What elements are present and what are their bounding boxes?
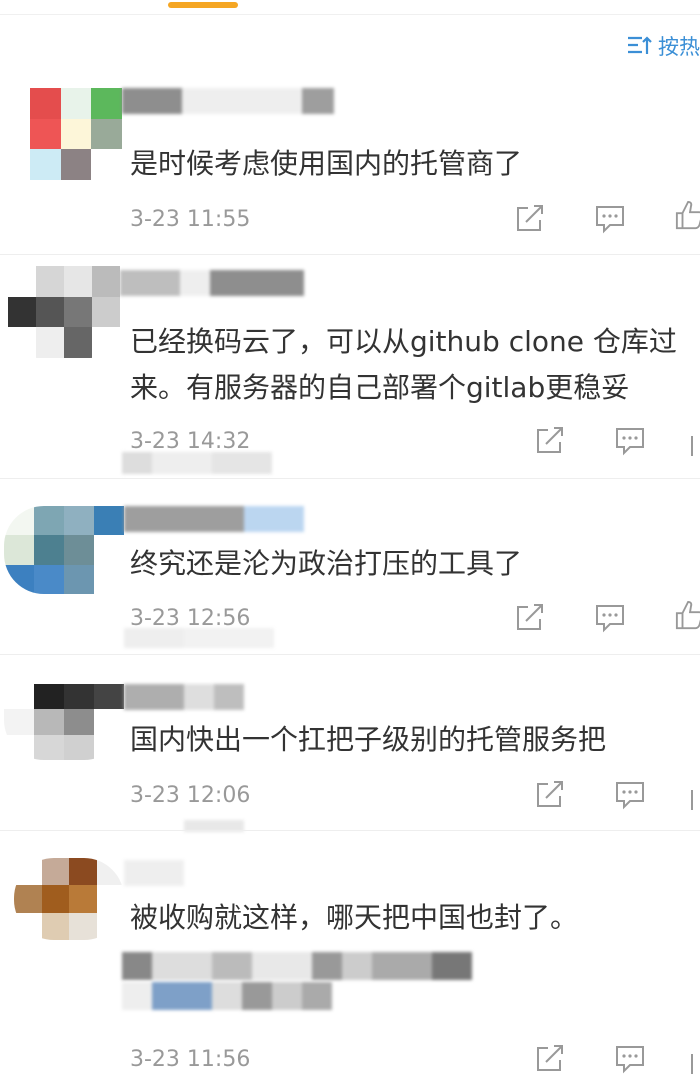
comment-divider bbox=[0, 254, 700, 255]
comment-text: 被收购就这样，哪天把中国也封了。 bbox=[130, 901, 579, 934]
sort-icon bbox=[628, 36, 652, 54]
share-button[interactable] bbox=[514, 603, 546, 633]
share-button[interactable] bbox=[534, 780, 566, 810]
avatar[interactable] bbox=[4, 506, 124, 594]
share-icon bbox=[517, 604, 543, 630]
comment-button[interactable] bbox=[614, 426, 646, 456]
comment-time: 3-23 14:32 bbox=[130, 429, 251, 454]
like-icon bbox=[675, 200, 700, 230]
nickname-blurred bbox=[122, 88, 334, 114]
comment-time: 3-23 11:55 bbox=[130, 207, 251, 232]
comment-button[interactable] bbox=[614, 1044, 646, 1074]
like-button[interactable] bbox=[690, 426, 700, 456]
comment-icon bbox=[616, 782, 644, 810]
like-button[interactable] bbox=[674, 600, 700, 630]
sort-label: 按热 bbox=[658, 35, 700, 59]
reply-blurred bbox=[124, 628, 274, 648]
comment-divider bbox=[0, 830, 700, 831]
comment-icon bbox=[596, 605, 624, 633]
like-button[interactable] bbox=[690, 780, 700, 810]
comment-icon bbox=[596, 206, 624, 234]
active-tab-indicator bbox=[168, 2, 238, 8]
sort-hot-button[interactable]: 按热 bbox=[626, 32, 700, 60]
share-icon bbox=[537, 781, 563, 807]
avatar[interactable] bbox=[30, 88, 122, 180]
like-button[interactable] bbox=[690, 1044, 700, 1074]
reply-blurred bbox=[122, 952, 472, 980]
share-icon bbox=[537, 1045, 563, 1071]
comment-button[interactable] bbox=[594, 204, 626, 234]
share-button[interactable] bbox=[514, 204, 546, 234]
nickname-blurred bbox=[120, 270, 304, 296]
avatar[interactable] bbox=[4, 684, 124, 760]
nickname-blurred bbox=[124, 684, 244, 710]
share-button[interactable] bbox=[534, 426, 566, 456]
share-button[interactable] bbox=[534, 1044, 566, 1074]
share-icon bbox=[537, 427, 563, 453]
like-icon bbox=[691, 436, 693, 456]
nickname-blurred bbox=[124, 506, 304, 532]
like-button[interactable] bbox=[674, 200, 700, 230]
comment-text: 是时候考虑使用国内的托管商了 bbox=[130, 147, 523, 180]
avatar[interactable] bbox=[8, 266, 120, 358]
comment-divider bbox=[0, 478, 700, 479]
like-icon bbox=[691, 1054, 693, 1074]
reply-blurred bbox=[122, 452, 272, 474]
like-icon bbox=[691, 790, 693, 810]
like-icon bbox=[675, 600, 700, 630]
reply-blurred bbox=[122, 982, 332, 1010]
comment-text-line1: 已经换码云了，可以从github clone 仓库过 bbox=[130, 325, 677, 358]
comment-time: 3-23 11:56 bbox=[130, 1047, 251, 1072]
comment-text: 国内快出一个扛把子级别的托管服务把 bbox=[130, 723, 607, 756]
comment-text: 终究还是沦为政治打压的工具了 bbox=[130, 547, 523, 580]
comment-button[interactable] bbox=[594, 603, 626, 633]
comment-icon bbox=[616, 428, 644, 456]
nickname-blurred bbox=[124, 860, 184, 886]
avatar[interactable] bbox=[14, 858, 124, 940]
comment-button[interactable] bbox=[614, 780, 646, 810]
comment-text-line2: 来。有服务器的自己部署个gitlab更稳妥 bbox=[130, 371, 630, 404]
header-divider bbox=[0, 14, 700, 15]
comment-icon bbox=[616, 1046, 644, 1074]
comment-time: 3-23 12:06 bbox=[130, 783, 251, 808]
comment-divider bbox=[0, 654, 700, 655]
share-icon bbox=[517, 205, 543, 231]
